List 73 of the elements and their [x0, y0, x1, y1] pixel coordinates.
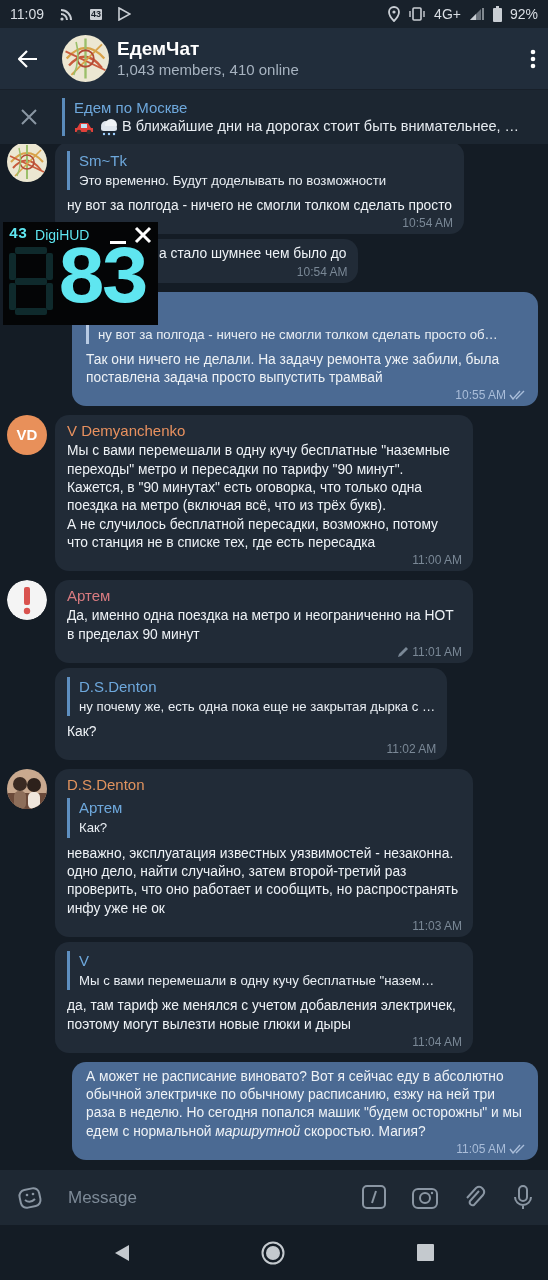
overlay-title: DigiHUD [35, 227, 90, 243]
back-button[interactable] [18, 49, 38, 68]
reply-quote[interactable]: Sm~Tk Это временно. Будут доделывать по возможности [67, 150, 453, 190]
status-time: 11:09 [10, 4, 44, 24]
home-button[interactable] [261, 1240, 286, 1265]
back-icon [18, 49, 38, 68]
pinned-message: В ближайшие дни на дорогах стоит быть внимательнее, … [122, 117, 520, 136]
reply-text: Мы с вами перемешали в одну кучу бесплатные "назем… [79, 971, 435, 990]
reply-text: ну вот за полгода - ничего не смогли толком сделать просто об… [98, 325, 498, 344]
sticker-icon [18, 1185, 42, 1210]
vibrate-icon [408, 7, 427, 21]
reply-text: Как? [79, 819, 108, 838]
message-time: 11:01 AM [412, 644, 462, 659]
minimize-icon [110, 241, 126, 244]
sender-name: Артем [67, 586, 112, 607]
circle-icon [261, 1240, 286, 1265]
avatar: VD [7, 415, 47, 456]
slash-icon [362, 1184, 388, 1211]
message-text: А может не расписание виновато? Вот я сейчас еду в абсолютно обычной электричке по обычному расписанию, езжу на ней три раза в неделю. Но сегодня попался машик "будем осторожны" и мы едем с нормальной маршрутной скоростью. Магия? [86, 1068, 523, 1139]
member-count: 1,043 members, 410 online [117, 59, 300, 80]
recents-button[interactable] [417, 1244, 435, 1261]
message-time: 11:05 AM [456, 1142, 506, 1156]
notification-badge: 43 [90, 8, 102, 20]
network-type: 4G+ [434, 4, 461, 24]
triangle-icon [113, 1243, 130, 1262]
message-text: Мы с вами перемешали в одну кучу бесплатные "наземные переходы" метро и пересадки по тарифу "90 минут". Кажется, в "90 минутах" есть оговорка, что только одна поездка на метро (включая всё, что из трёх букв). А не случилось бесплатной пересадки, возможно, потому что станция не в списке тех, где есть пересадка [67, 443, 451, 550]
message-time: 11:00 AM [412, 553, 462, 568]
message-time: 11:03 AM [412, 918, 462, 933]
message-text: да, там тариф же менялся с учетом добавления электричек, поэтому могут вылезти новые глюки и дыры [67, 998, 457, 1032]
commands-button[interactable] [362, 1184, 388, 1211]
reply-quote[interactable]: D.S.Denton ну почему же, есть одна пока еще не закрытая дырка с … [67, 676, 436, 717]
speed-limit: 43 [9, 227, 27, 243]
voice-button[interactable] [512, 1184, 534, 1211]
reply-author: Артем [79, 798, 124, 819]
more-icon [530, 48, 536, 69]
message-time: 10:55 AM [455, 388, 506, 403]
snow-cloud-icon [98, 117, 118, 136]
message-time: 11:02 AM [386, 742, 437, 757]
message-text: Как? [67, 724, 97, 740]
play-icon [118, 7, 131, 21]
close-icon [20, 108, 38, 126]
reply-author: V [79, 950, 90, 971]
chat-title: ЕдемЧат [117, 37, 201, 60]
emoji-button[interactable] [18, 1185, 42, 1210]
sender-name: V Demyanchenko [67, 421, 187, 442]
back-nav-button[interactable] [113, 1243, 130, 1262]
microphone-icon [512, 1184, 534, 1211]
message-text: Да, именно одна поездка на метро и неограниченно на НОТ в пределах 90 минут [67, 608, 455, 642]
message-time: 10:54 AM [402, 216, 454, 231]
alert-avatar-icon [7, 580, 47, 621]
message-time: 11:04 AM [412, 1034, 462, 1049]
battery-icon [492, 6, 502, 22]
dim-digit-drawing [9, 245, 53, 317]
message-text: неважно, эксплуатация известных уязвимостей - незаконна. одно дело, найти случайно, затем второй-третий раз проверить, что оно работает и сообщить, но распространять инфу уже не ок [67, 845, 460, 916]
message-text: Так они ничего не делали. На задачу ремонта уже забили, была поставлена задача просто выпустить трамвай [86, 351, 501, 386]
message-time: 10:54 AM [296, 264, 348, 279]
reply-quote[interactable]: Артем Как? [67, 798, 461, 838]
square-icon [417, 1244, 435, 1261]
reply-text: ну почему же, есть одна пока еще не закрытая дырка с … [79, 697, 436, 716]
reply-text: Это временно. Будут доделывать по возможности [79, 171, 387, 190]
sender-name: D.S.Denton [67, 775, 146, 796]
cast-icon [60, 7, 74, 21]
signal-icon [468, 7, 485, 21]
close-icon [134, 226, 152, 244]
message-text: ну вот за полгода - ничего не смогли толком сделать просто [67, 198, 453, 213]
menu-button[interactable] [530, 48, 536, 69]
pinned-title: Едем по Москве [74, 98, 189, 117]
reply-quote[interactable]: V Мы с вами перемешали в одну кучу бесплатные "назем… [67, 950, 461, 991]
battery-level: 92% [509, 4, 538, 24]
location-icon [388, 6, 401, 22]
message-text: а стало шумнее чем было до [159, 246, 347, 262]
reply-author: D.S.Denton [79, 676, 158, 697]
reply-author: Sm~Tk [79, 150, 128, 171]
